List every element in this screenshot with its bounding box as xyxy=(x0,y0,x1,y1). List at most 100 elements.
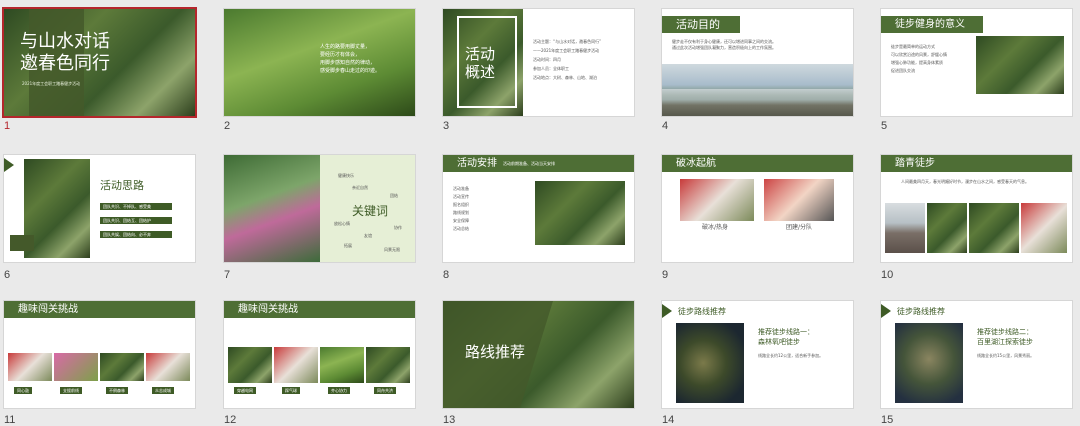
keyword: 亲近自然 xyxy=(352,185,368,190)
route-map xyxy=(676,323,744,403)
slide-list: 徒步是最简单的运动方式 可以欣赏沿途的风景，舒缓心情 增强心肺功能，提高身体素质… xyxy=(891,44,947,73)
slide-photo xyxy=(146,353,190,381)
slide-tag: 团队共识、不掉队、感受美 xyxy=(100,203,172,210)
route-name: 百里湖江探索徒步 xyxy=(977,338,1033,346)
slide-title: 徒步路线推荐 xyxy=(897,307,945,316)
slide-photo xyxy=(680,179,754,221)
slide-title: 活动 概述 xyxy=(465,45,496,81)
slide-thumbnail-8[interactable]: 活动安排 活动前期准备、活动当天安排 活动准备 活动宣传 报名组织 路线规划 安… xyxy=(443,155,634,262)
route-name: 森林氧吧徒步 xyxy=(758,338,800,346)
route-desc: 线路全长约12公里，适合新手参加。 xyxy=(758,353,824,358)
slide-thumbnail-15[interactable]: 徒步路线推荐 推荐徒步线路二： 百里湖江探索徒步 线路全长约15公里，风景秀丽。 xyxy=(881,301,1072,408)
slide-number: 9 xyxy=(662,269,669,281)
slide-heading: 徒步健身的意义 xyxy=(881,16,983,33)
slide-number: 2 xyxy=(224,120,231,132)
route-map xyxy=(895,323,963,403)
keyword: 协作 xyxy=(394,225,402,230)
slide-list: 活动主题：“与山水对话，邀春色同行” ——2021年度工会职工踏春健步活动 活动… xyxy=(533,39,602,80)
slide-badge: 穿越电网 xyxy=(234,387,256,394)
slide-tag: 团队共娱、团结向、必不弃 xyxy=(100,231,172,238)
keyword: 友谊 xyxy=(364,233,372,238)
slide-number: 10 xyxy=(881,269,894,281)
route-desc: 线路全长约15公里，风景秀丽。 xyxy=(977,353,1035,358)
slide-thumbnail-1[interactable]: 与山水对话 邀春色同行 2021年度工会职工踏春健步活动 xyxy=(4,9,195,116)
slide-heading: 趣味闯关挑战 xyxy=(224,301,415,318)
slide-photo xyxy=(54,353,98,381)
slide-title: 徒步路线推荐 xyxy=(678,307,726,316)
slide-photo xyxy=(927,203,967,253)
slide-title: 与山水对话 邀春色同行 xyxy=(20,31,110,74)
slide-photo xyxy=(969,203,1019,253)
slide-badge: 同舟共济 xyxy=(374,387,396,394)
slide-photo xyxy=(764,179,834,221)
keyword: 放松心情 xyxy=(334,221,350,226)
slide-title: 路线推荐 xyxy=(465,343,526,361)
corner-arrow-icon xyxy=(662,304,672,318)
slide-number: 8 xyxy=(443,269,450,281)
slide-desc: 人间最美四月天，春光明媚好时节，漫步在山水之间，感受春天的气息。 xyxy=(901,179,1029,184)
slide-thumbnail-7[interactable]: 关键词 健康快乐 亲近自然 团结 协作 放松心情 友谊 拓展 风景无限 xyxy=(224,155,415,262)
slide-thumbnail-5[interactable]: 徒步健身的意义 徒步是最简单的运动方式 可以欣赏沿途的风景，舒缓心情 增强心肺功… xyxy=(881,9,1072,116)
slide-heading: 趣味闯关挑战 xyxy=(4,301,195,318)
slide-number: 7 xyxy=(224,269,231,281)
slide-tag: 团队共识、团结互、团结护 xyxy=(100,217,172,224)
slide-thumbnail-14[interactable]: 徒步路线推荐 推荐徒步线路一： 森林氧吧徒步 线路全长约12公里，适合新手参加。 xyxy=(662,301,853,408)
slide-badge: 齐心协力 xyxy=(328,387,350,394)
slide-caption: 团建/分队 xyxy=(786,224,813,231)
slide-heading: 破冰起航 xyxy=(662,155,853,172)
slide-heading: 踏青徒步 xyxy=(881,155,1072,172)
slide-number: 6 xyxy=(4,269,11,281)
slide-accent-block xyxy=(10,235,34,251)
slide-number: 5 xyxy=(881,120,888,132)
slide-heading: 活动目的 xyxy=(662,16,740,33)
slide-number: 13 xyxy=(443,414,456,426)
slide-text: 健步走不仅有利于身心健康，还可以增进同事之间的交流。 通过此次活动增强团队凝聚力… xyxy=(672,39,776,50)
slide-text xyxy=(20,327,180,333)
slide-list: 活动准备 活动宣传 报名组织 路线规划 安全保障 活动总结 xyxy=(453,186,469,231)
slide-photo xyxy=(535,181,625,245)
slide-thumbnail-9[interactable]: 破冰起航 破冰/热身 团建/分队 xyxy=(662,155,853,262)
slide-number: 15 xyxy=(881,414,894,426)
slide-thumbnail-2[interactable]: 人生的路要用脚丈量， 要经历才有体会， 用脚步感知自然的律动， 感受脚步春山走过… xyxy=(224,9,415,116)
slide-thumbnail-11[interactable]: 趣味闯关挑战 同心鼓 支援前线 不倒森林 众志成城 xyxy=(4,301,195,408)
slide-number: 11 xyxy=(4,414,16,426)
slide-number: 14 xyxy=(662,414,675,426)
slide-title: 活动思路 xyxy=(100,179,144,192)
slide-caption: 破冰/热身 xyxy=(702,224,729,231)
slide-number: 1 xyxy=(4,120,11,132)
slide-thumbnail-10[interactable]: 踏青徒步 人间最美四月天，春光明媚好时节，漫步在山水之间，感受春天的气息。 xyxy=(881,155,1072,262)
slide-note: 活动前期准备、活动当天安排 xyxy=(503,161,555,166)
slide-number: 3 xyxy=(443,120,450,132)
slide-photo xyxy=(100,353,144,381)
slide-badge: 不倒森林 xyxy=(106,387,128,394)
slide-subtitle: 2021年度工会职工踏春健步活动 xyxy=(22,81,81,86)
slide-number: 4 xyxy=(662,120,669,132)
slide-thumbnail-12[interactable]: 趣味闯关挑战 穿越电网 踩气球 齐心协力 同舟共济 xyxy=(224,301,415,408)
keyword: 风景无限 xyxy=(384,247,400,252)
keyword: 健康快乐 xyxy=(338,173,354,178)
slide-badge: 支援前线 xyxy=(60,387,82,394)
slide-photo xyxy=(8,353,52,381)
slide-photo xyxy=(228,347,272,383)
keyword: 拓展 xyxy=(344,243,352,248)
slide-badge: 同心鼓 xyxy=(14,387,32,394)
slide-thumbnail-6[interactable]: 活动思路 团队共识、不掉队、感受美 团队共识、团结互、团结护 团队共娱、团结向、… xyxy=(4,155,195,262)
slide-thumbnail-13[interactable]: 路线推荐 xyxy=(443,301,634,408)
slide-photo xyxy=(1021,203,1067,253)
slide-photo xyxy=(366,347,410,383)
slide-thumbnail-4[interactable]: 活动目的 健步走不仅有利于身心健康，还可以增进同事之间的交流。 通过此次活动增强… xyxy=(662,9,853,116)
slide-photo xyxy=(885,203,925,253)
slide-photo-group xyxy=(662,89,853,116)
route-title: 推荐徒步线路二： xyxy=(977,328,1033,336)
slide-title: 关键词 xyxy=(352,204,389,218)
slide-thumbnail-3[interactable]: 活动 概述 活动主题：“与山水对话，邀春色同行” ——2021年度工会职工踏春健… xyxy=(443,9,634,116)
route-title: 推荐徒步线路一： xyxy=(758,328,814,336)
slide-number: 12 xyxy=(224,414,237,426)
slide-badge: 众志成城 xyxy=(152,387,174,394)
slide-text: 人生的路要用脚丈量， 要经历才有体会， 用脚步感知自然的律动， 感受脚步春山走过… xyxy=(320,44,381,74)
slide-photo xyxy=(274,347,318,383)
keyword: 团结 xyxy=(390,193,398,198)
slide-photo xyxy=(224,155,320,262)
slide-badge: 踩气球 xyxy=(282,387,300,394)
slide-photo xyxy=(320,347,364,383)
